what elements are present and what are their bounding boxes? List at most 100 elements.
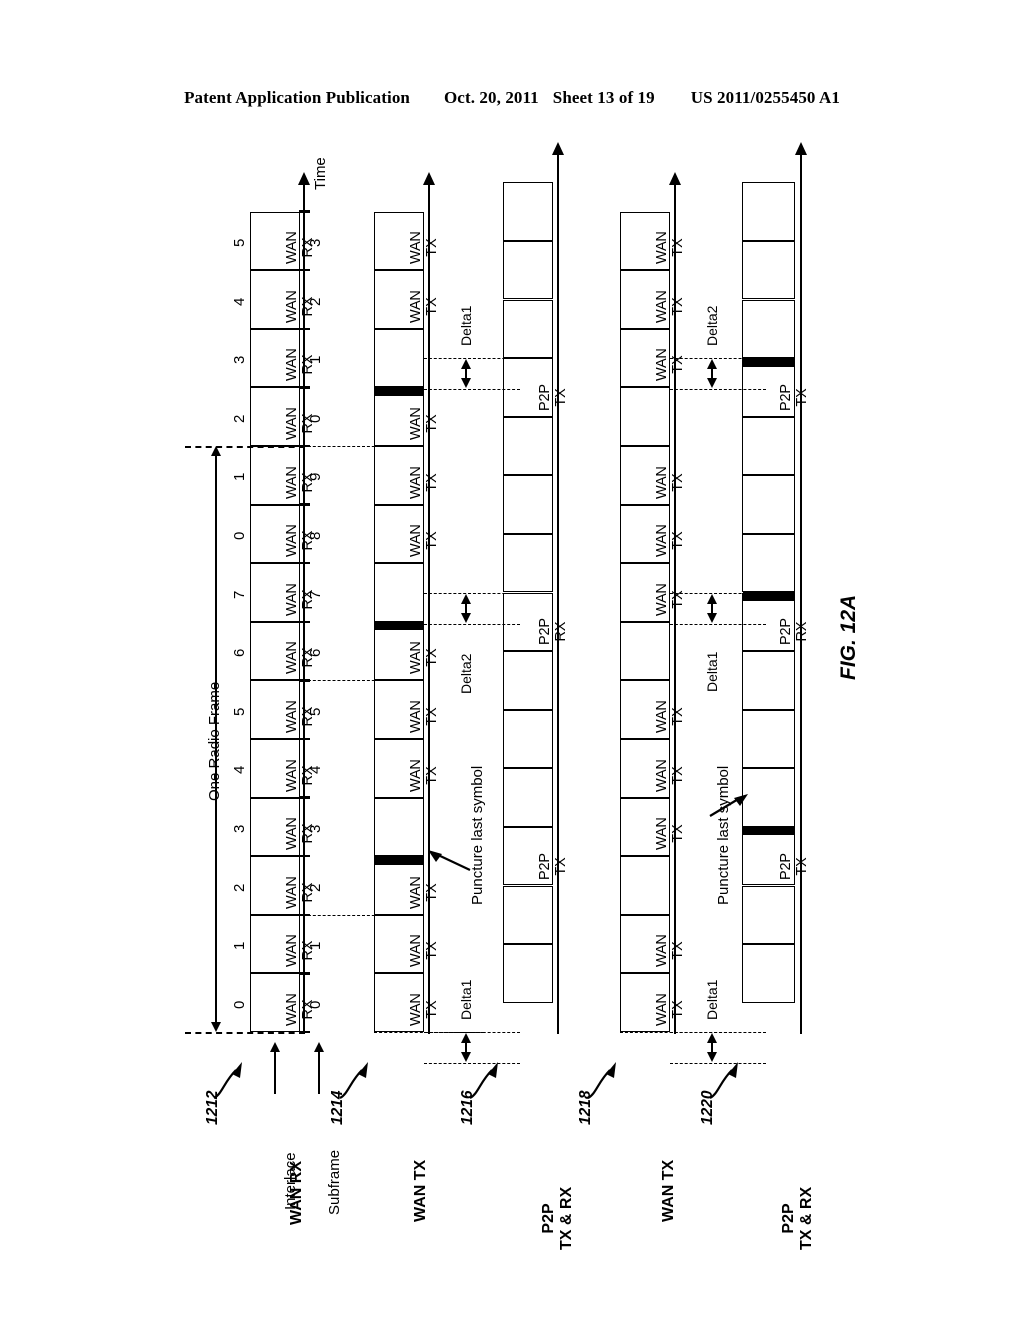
timeline-cell-label: WAN TX [408, 524, 441, 558]
delta1-mid-line [711, 601, 713, 615]
timeline-cell-label: WAN TX [654, 758, 687, 792]
timeline-cell [620, 856, 670, 915]
punctured-symbol-bar [374, 855, 424, 865]
interlace-index: 4 [231, 297, 248, 306]
delta1-top-label: Delta1 [458, 305, 474, 347]
delta2-top-upper-dash [670, 358, 766, 360]
subframe-tick [298, 386, 310, 389]
subframe-index: 3 [307, 824, 324, 833]
subframe-index: 5 [307, 707, 324, 716]
puncture-leader-dash [303, 446, 424, 447]
delta2-mid-upper-dash [424, 592, 520, 594]
timeline-cell-label: WAN TX [408, 407, 441, 440]
timeline-cell [503, 533, 553, 593]
frame-start-dash [185, 446, 305, 448]
interlace-index: 1 [231, 941, 248, 951]
subframe-axis-label: Subframe [326, 1149, 343, 1215]
timeline-cell [742, 416, 795, 476]
time-axis-arrowhead-1216 [552, 142, 564, 156]
timeline-cell-label: WAN TX [408, 641, 441, 675]
subframe-tick [298, 855, 310, 858]
subframe-arrow-stem [318, 1052, 320, 1094]
timeline-cell-label: P2P RX [537, 618, 570, 646]
timeline-cell [742, 885, 795, 945]
subframe-tick [298, 210, 310, 213]
subframe-index: 2 [307, 297, 324, 306]
timeline-cell [742, 240, 795, 300]
figure-label: FIG. 12A [837, 594, 860, 680]
timeline-cell-label: WAN TX [408, 700, 441, 733]
reference-leader-1218 [587, 1062, 616, 1099]
interlace-index: 5 [231, 238, 248, 247]
timeline-cell-label: WAN RX [284, 876, 317, 909]
timeline-cell [742, 651, 795, 710]
reference-leader-1220 [709, 1062, 738, 1099]
subframe-tick [298, 972, 310, 975]
punctured-symbol-bar [742, 826, 795, 836]
interlace-index: 5 [231, 707, 248, 716]
interlace-index: 2 [231, 414, 248, 423]
timeline-cell-label: WAN RX [284, 524, 317, 558]
puncture-leader-dash [303, 680, 424, 682]
timeline-cell-label: WAN TX [654, 700, 687, 733]
time-axis-arrowhead-1218 [669, 171, 681, 185]
track-name-1212: WAN RX [288, 1161, 305, 1225]
delta2-mid-label: Delta2 [458, 653, 474, 694]
timeline-cell-label: WAN RX [284, 758, 317, 792]
timeline-cell-label: WAN TX [408, 758, 441, 792]
timeline-cell-label: WAN TX [654, 231, 687, 265]
timeline-cell-label: WAN TX [654, 993, 687, 1026]
interlace-arrow-stem [274, 1052, 276, 1094]
track-name-1220: P2P TX & RX [780, 1186, 816, 1250]
reference-leader-1214 [339, 1062, 368, 1099]
puncture-annotation-left: Puncture last symbol [469, 765, 486, 905]
punctured-symbol-bar [374, 386, 424, 396]
time-axis-1220 [800, 154, 802, 1034]
radio-frame-arrow-down [211, 1022, 221, 1032]
timeline-cell-label: WAN TX [654, 290, 687, 323]
timeline-cell [374, 328, 424, 388]
track-name-1218: WAN TX [660, 1159, 677, 1222]
interlace-index: 3 [231, 355, 248, 365]
timeline-cell-label: WAN RX [284, 700, 317, 733]
delta2-top-label: Delta2 [704, 305, 720, 347]
timeline-cell [742, 709, 795, 769]
interlace-index: 0 [231, 531, 248, 540]
timeline-cell [503, 651, 553, 710]
reference-leader-1216 [469, 1062, 498, 1099]
timeline-cell [620, 387, 670, 446]
subframe-index: 2 [307, 883, 324, 892]
timeline-cell-label: WAN RX [284, 583, 317, 616]
timeline-cell [503, 475, 553, 534]
timeline-cell-label: WAN TX [408, 231, 441, 265]
timeline-cell-label: WAN TX [654, 465, 687, 499]
subframe-index: 3 [307, 238, 324, 247]
subframe-index: 1 [307, 941, 324, 951]
reference-leader-1212 [213, 1062, 242, 1099]
subframe-tick [298, 620, 310, 623]
subframe-index: 0 [307, 1000, 324, 1009]
timeline-cell [742, 944, 795, 1003]
subframe-tick [298, 269, 310, 272]
interlace-index: 4 [231, 765, 248, 775]
frame-end-dash [185, 1032, 305, 1034]
time-axis-label: Time [312, 156, 329, 190]
radio-frame-label: One Radio Frame [206, 681, 223, 801]
timeline-cell [503, 768, 553, 827]
timeline-cell-label: WAN RX [284, 407, 317, 440]
time-axis-1216 [557, 154, 559, 1034]
subframe-tick [298, 503, 310, 506]
timeline-cell [503, 944, 553, 1003]
delta1-top-line [465, 367, 467, 381]
puncture-leader-dash [303, 914, 424, 916]
subframe-arrow-head [314, 1042, 324, 1052]
time-axis-arrowhead-1212 [298, 171, 310, 185]
figure-12a: WAN RX WAN RX WAN RX WAN RX WAN RX WAN RX WAN RX WAN RX… [0, 0, 1024, 1320]
subframe-index: 7 [307, 590, 324, 599]
interlace-index: 7 [231, 590, 248, 599]
bottom-dash-1214 [374, 1032, 484, 1033]
delta2-top-line [711, 367, 713, 381]
interlace-index: 6 [231, 648, 248, 658]
timeline-cell-label: WAN TX [408, 934, 441, 968]
time-axis-arrowhead-1214 [423, 171, 435, 185]
